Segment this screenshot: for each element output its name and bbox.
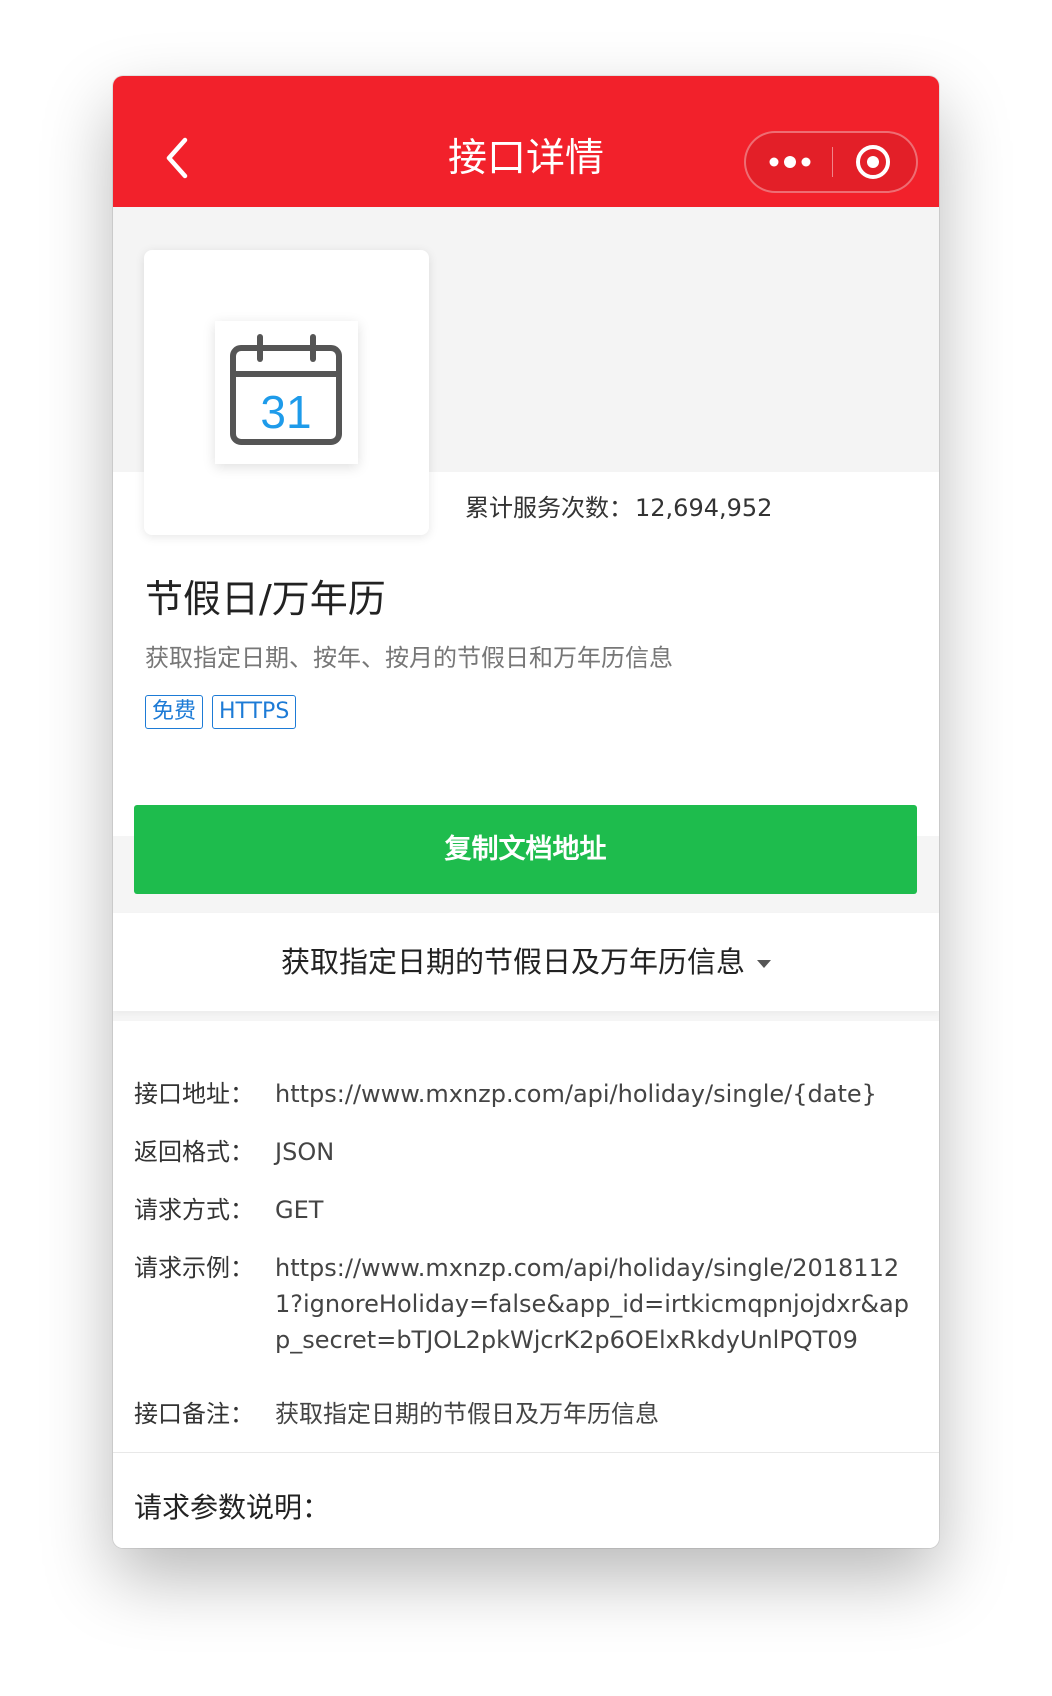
more-button[interactable] xyxy=(746,133,832,191)
calendar-31-icon: 31 xyxy=(230,334,342,445)
address-value: https://www.mxnzp.com/api/holiday/single… xyxy=(275,1080,877,1108)
example-label: 请求示例： xyxy=(134,1254,254,1282)
api-name: 节假日/万年历 xyxy=(145,577,386,621)
page-title: 接口详情 xyxy=(447,136,604,181)
calendar-day-text: 31 xyxy=(260,386,311,438)
example-value: https://www.mxnzp.com/api/holiday/single… xyxy=(275,1254,909,1354)
method-label: 请求方式： xyxy=(134,1196,254,1224)
mini-program-capsule xyxy=(744,131,918,193)
note-label: 接口备注： xyxy=(134,1400,254,1428)
method-value: GET xyxy=(275,1196,324,1224)
back-button[interactable] xyxy=(163,136,193,180)
method-picker[interactable]: 获取指定日期的节假日及万年历信息 xyxy=(113,913,939,1011)
format-label: 返回格式： xyxy=(134,1138,254,1166)
detail-row-note: 接口备注： 获取指定日期的节假日及万年历信息 xyxy=(134,1396,924,1436)
close-mini-program-button[interactable] xyxy=(833,133,917,191)
phone-frame: 接口详情 31 累计服务次数：12,694,952 节假日/万年历 获取指定日期… xyxy=(113,76,939,1548)
navigation-bar: 接口详情 xyxy=(113,76,939,207)
logo-tile: 31 xyxy=(215,321,358,464)
detail-row-format: 返回格式： JSON xyxy=(134,1134,924,1174)
detail-row-method: 请求方式： GET xyxy=(134,1192,924,1232)
copy-doc-url-button[interactable]: 复制文档地址 xyxy=(134,805,917,894)
service-counter: 累计服务次数：12,694,952 xyxy=(465,488,772,528)
tag-https: HTTPS xyxy=(212,695,297,729)
params-section-title: 请求参数说明： xyxy=(134,1491,331,1524)
caret-down-icon xyxy=(757,960,771,968)
detail-row-example: 请求示例： https://www.mxnzp.com/api/holiday/… xyxy=(134,1250,924,1400)
counter-label: 累计服务次数： xyxy=(465,494,633,522)
chevron-left-icon xyxy=(166,137,188,179)
address-label: 接口地址： xyxy=(134,1080,254,1108)
detail-row-address: 接口地址： https://www.mxnzp.com/api/holiday/… xyxy=(134,1076,924,1116)
method-picker-label: 获取指定日期的节假日及万年历信息 xyxy=(113,913,939,1011)
tag-free: 免费 xyxy=(145,695,204,729)
more-dots-icon xyxy=(769,156,811,168)
api-logo: 31 xyxy=(144,250,429,535)
api-tags: 免费 HTTPS xyxy=(145,695,305,731)
format-value: JSON xyxy=(275,1138,335,1166)
api-description: 获取指定日期、按年、按月的节假日和万年历信息 xyxy=(145,644,673,672)
target-close-icon xyxy=(856,145,890,179)
selected-method: 获取指定日期的节假日及万年历信息 xyxy=(280,945,745,979)
note-value: 获取指定日期的节假日及万年历信息 xyxy=(275,1400,659,1428)
section-divider xyxy=(113,1452,939,1453)
counter-value: 12,694,952 xyxy=(635,494,773,522)
